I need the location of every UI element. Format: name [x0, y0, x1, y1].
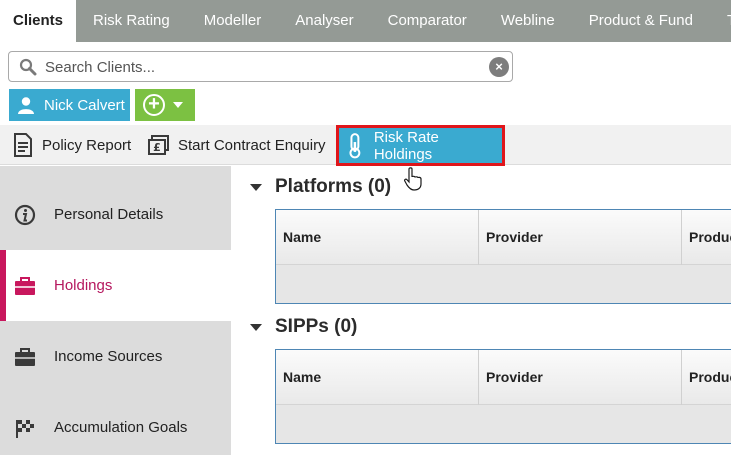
column-header-product[interactable]: Produc	[682, 210, 731, 265]
policy-report-button[interactable]: Policy Report	[12, 125, 131, 165]
grid-header: Name Provider Produc	[276, 350, 731, 405]
thermometer-icon	[349, 132, 361, 158]
clear-search-icon[interactable]: ×	[489, 57, 509, 77]
column-header-name[interactable]: Name	[276, 210, 479, 265]
user-icon	[18, 97, 34, 114]
sidebar-item-label: Personal Details	[54, 206, 164, 223]
start-contract-enquiry-button[interactable]: £ Start Contract Enquiry	[148, 125, 326, 165]
checkered-flag-icon	[16, 419, 34, 438]
sipps-section-header[interactable]: SIPPs (0)	[250, 314, 357, 340]
sidebar-item-personal-details[interactable]: Personal Details	[0, 179, 231, 250]
chevron-down-icon	[173, 102, 183, 108]
sidebar-item-label: Holdings	[54, 277, 113, 294]
section-title: SIPPs (0)	[275, 316, 358, 337]
collapse-triangle-icon	[250, 183, 262, 191]
column-header-provider[interactable]: Provider	[479, 210, 682, 265]
pound-note-icon: £	[148, 135, 169, 155]
add-menu-button[interactable]: +	[135, 89, 195, 121]
sidebar-item-income-sources[interactable]: Income Sources	[0, 321, 231, 392]
section-title: Platforms (0)	[275, 176, 392, 197]
tab-webline[interactable]: Webline	[484, 0, 572, 42]
sidebar-item-label: Income Sources	[54, 348, 163, 365]
tab-comparator[interactable]: Comparator	[371, 0, 484, 42]
column-header-name[interactable]: Name	[276, 350, 479, 405]
sidebar-item-holdings[interactable]: Holdings	[0, 250, 231, 321]
briefcase-icon	[15, 347, 35, 366]
policy-report-label: Policy Report	[42, 136, 132, 154]
start-contract-enquiry-label: Start Contract Enquiry	[178, 136, 326, 154]
tab-clients[interactable]: Clients	[0, 0, 77, 42]
tab-modeller[interactable]: Modeller	[187, 0, 279, 42]
hand-cursor-icon	[404, 167, 422, 191]
sidebar-item-label: Accumulation Goals	[54, 419, 188, 436]
platforms-grid: Name Provider Produc	[275, 209, 731, 304]
risk-rate-holdings-label: Risk Rate Holdings	[373, 128, 439, 163]
collapse-triangle-icon	[250, 323, 262, 331]
column-header-product[interactable]: Produc	[682, 350, 731, 405]
sidebar: Personal Details Holdings Income Sources	[0, 166, 231, 455]
tab-product-fund[interactable]: Product & Fund	[572, 0, 710, 42]
plus-circle-icon: +	[143, 94, 165, 116]
app-window: Clients Risk Rating Modeller Analyser Co…	[0, 0, 731, 455]
grid-header: Name Provider Produc	[276, 210, 731, 265]
tab-risk-rating[interactable]: Risk Rating	[76, 0, 187, 42]
search-box: ×	[8, 51, 513, 82]
action-toolbar: Policy Report £ Start Contract Enquiry R…	[0, 125, 731, 166]
tab-tools[interactable]: Tools &	[710, 0, 731, 42]
info-icon	[14, 204, 36, 225]
tab-analyser[interactable]: Analyser	[278, 0, 370, 42]
client-name: Nick Calvert	[44, 96, 125, 114]
sidebar-item-accumulation-goals[interactable]: Accumulation Goals	[0, 392, 231, 455]
svg-text:£: £	[153, 141, 161, 154]
top-nav-bar: Clients Risk Rating Modeller Analyser Co…	[0, 0, 731, 42]
risk-rate-holdings-inner: Risk Rate Holdings	[341, 128, 500, 163]
sipps-grid: Name Provider Produc	[275, 349, 731, 444]
briefcase-icon	[15, 276, 35, 295]
document-icon	[14, 133, 32, 157]
column-header-provider[interactable]: Provider	[479, 350, 682, 405]
client-button[interactable]: Nick Calvert	[9, 89, 130, 121]
search-icon	[19, 58, 37, 76]
risk-rate-holdings-button[interactable]: Risk Rate Holdings	[336, 125, 505, 166]
platforms-section-header[interactable]: Platforms (0)	[250, 174, 391, 200]
search-input[interactable]	[45, 56, 485, 78]
